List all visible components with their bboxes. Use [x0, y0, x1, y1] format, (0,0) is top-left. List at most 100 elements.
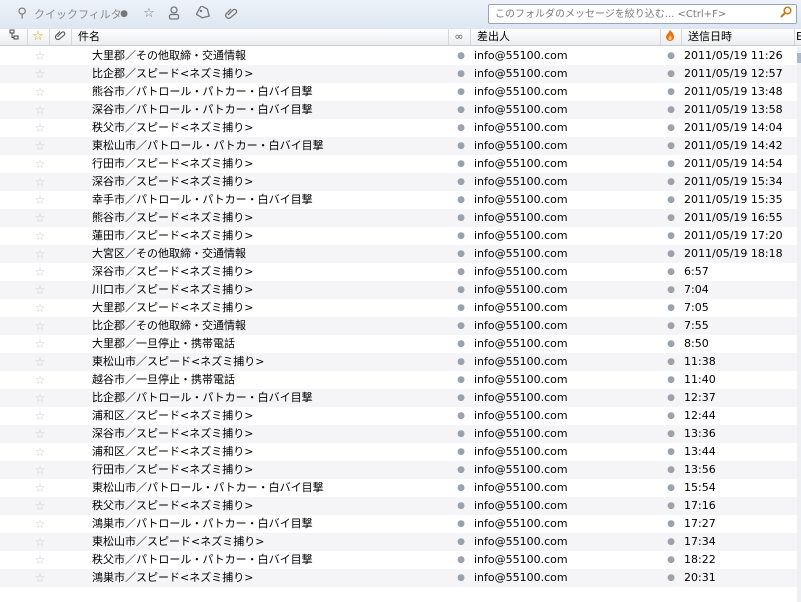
- thread-column-header[interactable]: [0, 29, 28, 45]
- message-row[interactable]: ☆ 深谷市／スピード<ネズミ捕り> ● info@55100.com ● 2011/05/…: [0, 173, 797, 191]
- star-toggle-icon[interactable]: ☆: [33, 371, 47, 389]
- read-status-dot-icon[interactable]: ●: [457, 299, 465, 317]
- star-toggle-icon[interactable]: ☆: [33, 479, 47, 497]
- star-toggle-icon[interactable]: ☆: [33, 407, 47, 425]
- read-status-dot-icon[interactable]: ●: [457, 137, 465, 155]
- message-row[interactable]: ☆ 東松山市／パトロール・パトカー・白バイ目撃 ● info@55100.com ● 15…: [0, 479, 797, 497]
- read-status-dot-icon[interactable]: ●: [457, 479, 465, 497]
- star-toggle-icon[interactable]: ☆: [33, 533, 47, 551]
- message-row[interactable]: ☆ 比企郡／その他取締・交通情報 ● info@55100.com ● 7:55: [0, 317, 797, 335]
- message-row[interactable]: ☆ 大里郡／スピード<ネズミ捕り> ● info@55100.com ● 7:05: [0, 299, 797, 317]
- read-status-dot-icon[interactable]: ●: [457, 83, 465, 101]
- junk-status-dot-icon[interactable]: ●: [667, 371, 675, 389]
- junk-status-dot-icon[interactable]: ●: [667, 353, 675, 371]
- star-toggle-icon[interactable]: ☆: [33, 155, 47, 173]
- junk-status-dot-icon[interactable]: ●: [667, 515, 675, 533]
- scrollbar-thumb[interactable]: [797, 53, 801, 63]
- star-toggle-icon[interactable]: ☆: [33, 137, 47, 155]
- message-row[interactable]: ☆ 浦和区／スピード<ネズミ捕り> ● info@55100.com ● 12:44: [0, 407, 797, 425]
- subject-column-header[interactable]: 件名: [72, 29, 449, 45]
- star-toggle-icon[interactable]: ☆: [33, 119, 47, 137]
- message-row[interactable]: ☆ 蓮田市／スピード<ネズミ捕り> ● info@55100.com ● 2011/05/…: [0, 227, 797, 245]
- read-column-header[interactable]: ∞: [449, 29, 471, 45]
- read-status-dot-icon[interactable]: ●: [457, 173, 465, 191]
- star-toggle-icon[interactable]: ☆: [33, 65, 47, 83]
- junk-status-dot-icon[interactable]: ●: [667, 569, 675, 587]
- junk-status-dot-icon[interactable]: ●: [667, 281, 675, 299]
- junk-status-dot-icon[interactable]: ●: [667, 497, 675, 515]
- read-status-dot-icon[interactable]: ●: [457, 209, 465, 227]
- message-row[interactable]: ☆ 幸手市／パトロール・パトカー・白バイ目撃 ● info@55100.com ● 201…: [0, 191, 797, 209]
- quick-filter-toggle[interactable]: ⚲ クイックフィルタ: [14, 5, 122, 23]
- junk-status-dot-icon[interactable]: ●: [667, 443, 675, 461]
- message-row[interactable]: ☆ 深谷市／スピード<ネズミ捕り> ● info@55100.com ● 6:57: [0, 263, 797, 281]
- star-toggle-icon[interactable]: ☆: [33, 353, 47, 371]
- vertical-scrollbar[interactable]: [797, 47, 801, 602]
- star-column-header[interactable]: ☆: [28, 29, 50, 45]
- message-row[interactable]: ☆ 浦和区／スピード<ネズミ捕り> ● info@55100.com ● 13:44: [0, 443, 797, 461]
- junk-status-dot-icon[interactable]: ●: [667, 227, 675, 245]
- message-row[interactable]: ☆ 深谷市／スピード<ネズミ捕り> ● info@55100.com ● 13:36: [0, 425, 797, 443]
- junk-status-dot-icon[interactable]: ●: [667, 299, 675, 317]
- star-toggle-icon[interactable]: ☆: [33, 569, 47, 587]
- read-status-dot-icon[interactable]: ●: [457, 245, 465, 263]
- star-toggle-icon[interactable]: ☆: [33, 425, 47, 443]
- read-status-dot-icon[interactable]: ●: [457, 227, 465, 245]
- message-row[interactable]: ☆ 熊谷市／パトロール・パトカー・白バイ目撃 ● info@55100.com ● 201…: [0, 83, 797, 101]
- junk-status-dot-icon[interactable]: ●: [667, 479, 675, 497]
- star-toggle-icon[interactable]: ☆: [33, 209, 47, 227]
- junk-status-dot-icon[interactable]: ●: [667, 47, 675, 65]
- junk-status-dot-icon[interactable]: ●: [667, 425, 675, 443]
- star-toggle-icon[interactable]: ☆: [33, 227, 47, 245]
- star-toggle-icon[interactable]: ☆: [33, 515, 47, 533]
- junk-status-dot-icon[interactable]: ●: [667, 551, 675, 569]
- read-status-dot-icon[interactable]: ●: [457, 407, 465, 425]
- junk-status-dot-icon[interactable]: ●: [667, 83, 675, 101]
- read-status-dot-icon[interactable]: ●: [457, 47, 465, 65]
- read-status-dot-icon[interactable]: ●: [457, 353, 465, 371]
- message-row[interactable]: ☆ 秩父市／パトロール・パトカー・白バイ目撃 ● info@55100.com ● 18:…: [0, 551, 797, 569]
- search-input[interactable]: [489, 5, 781, 23]
- read-status-dot-icon[interactable]: ●: [457, 155, 465, 173]
- star-toggle-icon[interactable]: ☆: [33, 443, 47, 461]
- read-status-dot-icon[interactable]: ●: [457, 281, 465, 299]
- read-status-dot-icon[interactable]: ●: [457, 191, 465, 209]
- message-filter-search[interactable]: [488, 4, 797, 24]
- read-status-dot-icon[interactable]: ●: [457, 533, 465, 551]
- message-row[interactable]: ☆ 行田市／スピード<ネズミ捕り> ● info@55100.com ● 2011/05/…: [0, 155, 797, 173]
- message-row[interactable]: ☆ 行田市／スピード<ネズミ捕り> ● info@55100.com ● 13:56: [0, 461, 797, 479]
- star-toggle-icon[interactable]: ☆: [33, 101, 47, 119]
- read-status-dot-icon[interactable]: ●: [457, 569, 465, 587]
- junk-status-dot-icon[interactable]: ●: [667, 533, 675, 551]
- message-row[interactable]: ☆ 比企郡／パトロール・パトカー・白バイ目撃 ● info@55100.com ● 12:…: [0, 389, 797, 407]
- star-toggle-icon[interactable]: ☆: [33, 245, 47, 263]
- junk-status-dot-icon[interactable]: ●: [667, 65, 675, 83]
- junk-status-dot-icon[interactable]: ●: [667, 173, 675, 191]
- junk-status-dot-icon[interactable]: ●: [667, 335, 675, 353]
- message-row[interactable]: ☆ 秩父市／スピード<ネズミ捕り> ● info@55100.com ● 2011/05/…: [0, 119, 797, 137]
- junk-status-dot-icon[interactable]: ●: [667, 389, 675, 407]
- star-toggle-icon[interactable]: ☆: [33, 335, 47, 353]
- message-row[interactable]: ☆ 大宮区／その他取締・交通情報 ● info@55100.com ● 2011/05/1…: [0, 245, 797, 263]
- message-row[interactable]: ☆ 深谷市／パトロール・パトカー・白バイ目撃 ● info@55100.com ● 201…: [0, 101, 797, 119]
- star-toggle-icon[interactable]: ☆: [33, 281, 47, 299]
- read-status-dot-icon[interactable]: ●: [457, 497, 465, 515]
- attachment-filter-button[interactable]: [223, 5, 239, 23]
- star-toggle-icon[interactable]: ☆: [33, 263, 47, 281]
- tags-filter-button[interactable]: [195, 4, 212, 23]
- search-icon[interactable]: [778, 6, 794, 22]
- message-row[interactable]: ☆ 越谷市／一旦停止・携帯電話 ● info@55100.com ● 11:40: [0, 371, 797, 389]
- read-status-dot-icon[interactable]: ●: [457, 425, 465, 443]
- junk-status-dot-icon[interactable]: ●: [667, 101, 675, 119]
- read-status-dot-icon[interactable]: ●: [457, 389, 465, 407]
- read-status-dot-icon[interactable]: ●: [457, 119, 465, 137]
- read-status-dot-icon[interactable]: ●: [457, 101, 465, 119]
- read-status-dot-icon[interactable]: ●: [457, 515, 465, 533]
- starred-filter-button[interactable]: ☆: [141, 5, 157, 23]
- star-toggle-icon[interactable]: ☆: [33, 497, 47, 515]
- from-column-header[interactable]: 差出人: [471, 29, 661, 45]
- star-toggle-icon[interactable]: ☆: [33, 389, 47, 407]
- star-toggle-icon[interactable]: ☆: [33, 173, 47, 191]
- star-toggle-icon[interactable]: ☆: [33, 191, 47, 209]
- message-row[interactable]: ☆ 鴻巣市／パトロール・パトカー・白バイ目撃 ● info@55100.com ● 17:…: [0, 515, 797, 533]
